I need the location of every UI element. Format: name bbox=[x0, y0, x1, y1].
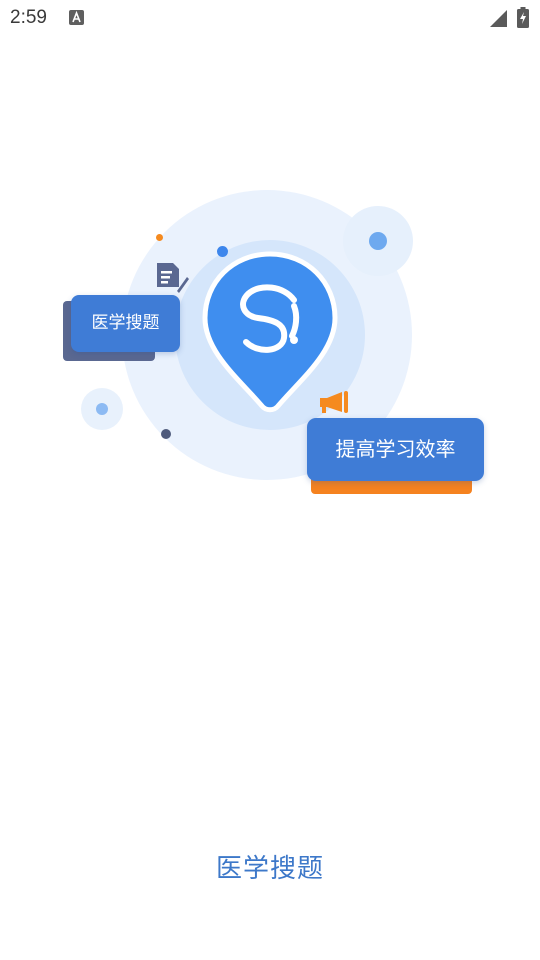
notification-a-icon bbox=[69, 10, 84, 25]
tag-medical-search: 医学搜题 bbox=[71, 295, 180, 352]
signal-icon bbox=[490, 10, 507, 27]
splash-illustration: 医学搜题 提高学习效率 bbox=[0, 170, 540, 530]
megaphone-icon bbox=[320, 391, 348, 413]
app-name: 医学搜题 bbox=[215, 854, 324, 884]
tag-improve-efficiency: 提高学习效率 bbox=[307, 418, 484, 481]
status-time: 2:59 bbox=[10, 7, 47, 28]
document-edit-icon bbox=[157, 263, 189, 293]
decor-dot-left bbox=[96, 403, 108, 415]
battery-charging-icon bbox=[517, 7, 529, 28]
map-pin-logo-icon bbox=[202, 251, 338, 413]
status-bar: 2:59 bbox=[0, 0, 540, 36]
decor-dot-orange bbox=[156, 234, 163, 241]
decor-dot-navy bbox=[161, 429, 171, 439]
decor-dot-right bbox=[369, 232, 387, 250]
